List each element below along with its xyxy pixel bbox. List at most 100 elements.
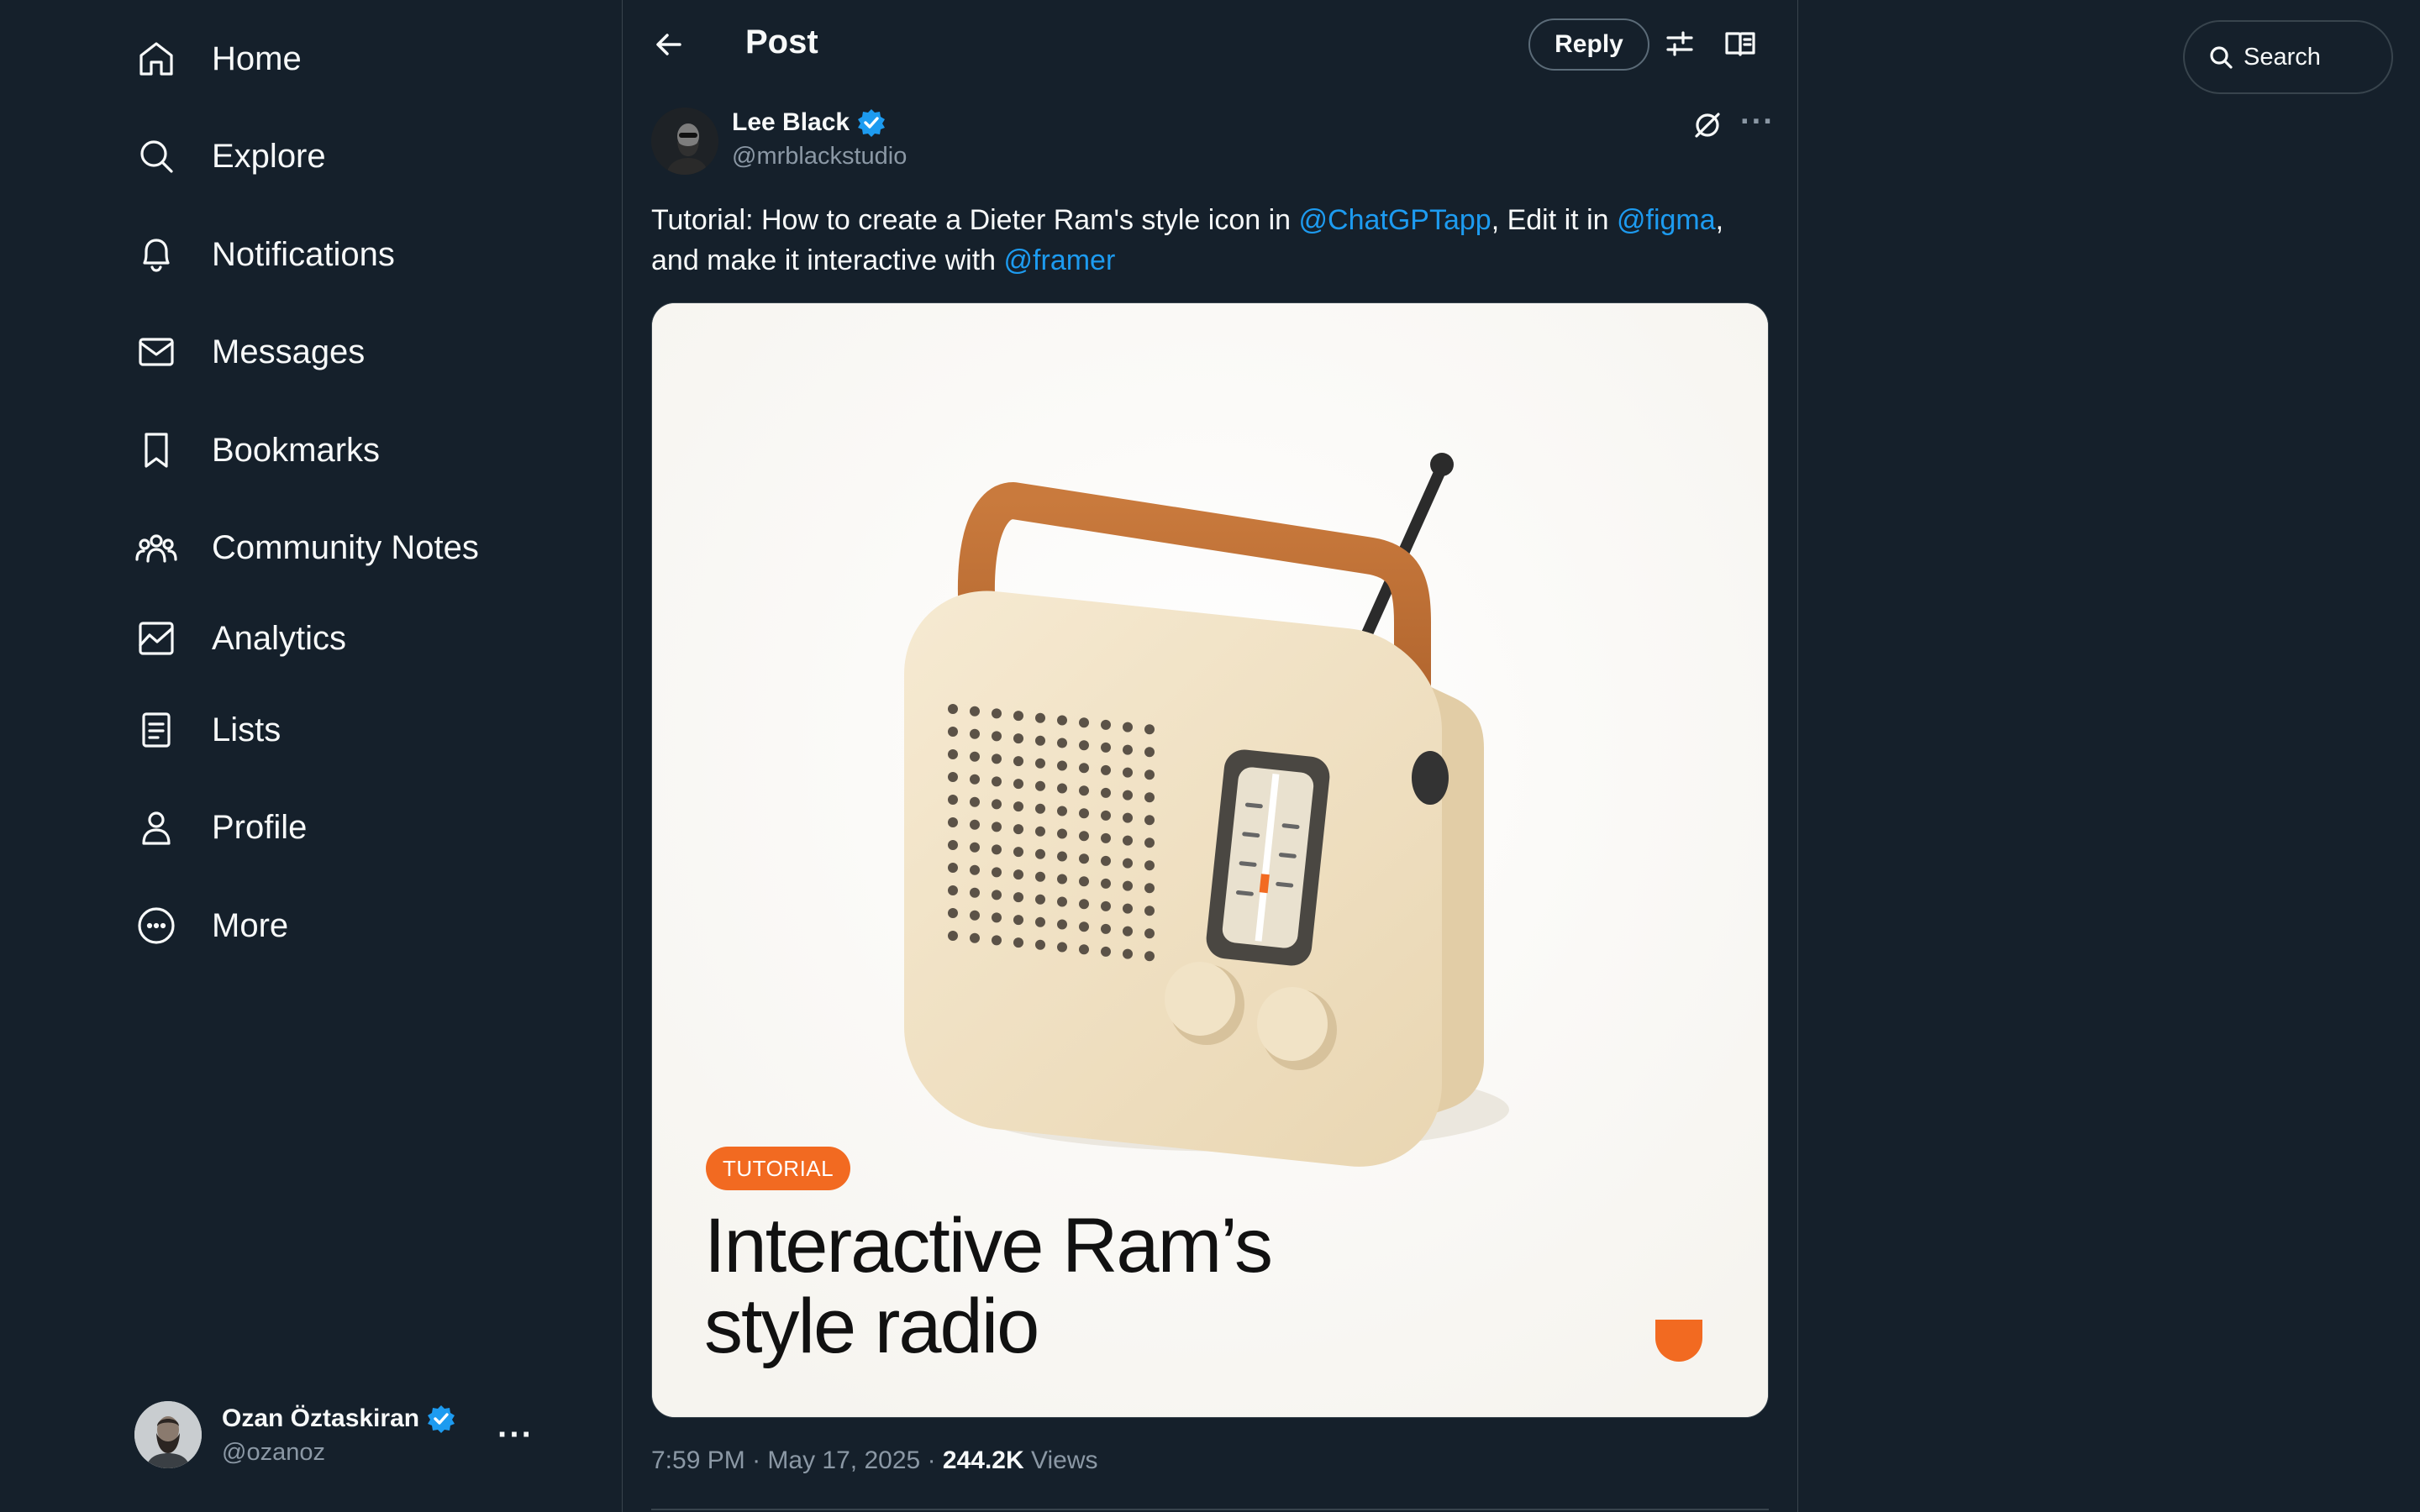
- sidebar-item-label: Messages: [212, 333, 366, 370]
- grille-dot: [1079, 763, 1089, 774]
- author-name-row: Lee Black: [732, 108, 886, 138]
- sidebar-item-home[interactable]: Home: [134, 25, 302, 92]
- grille-dot: [1013, 892, 1023, 903]
- sidebar-item-notifications[interactable]: Notifications: [134, 221, 395, 288]
- reader-mode-icon[interactable]: [1722, 25, 1759, 62]
- grille-dot: [992, 890, 1002, 900]
- grille-dot: [1057, 874, 1067, 885]
- grille-dot: [970, 774, 980, 785]
- sidebar-item-label: Community Notes: [212, 528, 479, 566]
- grille-dot: [992, 822, 1002, 832]
- grille-dot: [1123, 767, 1133, 778]
- people-icon: [134, 526, 178, 570]
- more-circle-icon: [134, 904, 178, 948]
- grille-dot: [948, 817, 958, 827]
- bookmark-icon: [134, 428, 178, 472]
- grille-dot: [1101, 900, 1111, 911]
- mention-link[interactable]: @ChatGPTapp: [1299, 204, 1491, 236]
- grille-dot: [1057, 942, 1067, 953]
- divider: [651, 1509, 1769, 1510]
- sidebar-item-label: Home: [212, 39, 302, 77]
- sidebar-item-label: More: [212, 906, 289, 944]
- page: Home Explore Notifications Messages Book…: [0, 0, 2420, 1512]
- grille-dot: [992, 799, 1002, 810]
- grille-dot: [1144, 928, 1155, 939]
- sidebar-item-bookmarks[interactable]: Bookmarks: [134, 417, 380, 484]
- grille-dot: [1013, 847, 1023, 858]
- sidebar-item-explore[interactable]: Explore: [134, 123, 326, 190]
- grille-dot: [992, 912, 1002, 923]
- grille-dot: [1144, 837, 1155, 848]
- sidebar-item-more[interactable]: More: [134, 892, 288, 959]
- author-avatar[interactable]: [651, 108, 718, 175]
- grille-dot: [1144, 792, 1155, 803]
- mention-link[interactable]: @framer: [1004, 244, 1116, 276]
- grille-dot: [1035, 826, 1045, 837]
- sidebar-item-label: Analytics: [212, 619, 347, 657]
- grille-dot: [948, 840, 958, 850]
- grille-dot: [1144, 815, 1155, 826]
- grille-dot: [1079, 740, 1089, 751]
- grille-dot: [1013, 779, 1023, 790]
- author-handle[interactable]: @mrblackstudio: [732, 143, 907, 171]
- post-image[interactable]: TUTORIAL Interactive Ram’s style radio: [651, 302, 1769, 1418]
- more-icon[interactable]: ···: [1740, 104, 1775, 140]
- grille-dot: [970, 819, 980, 830]
- envelope-icon: [134, 330, 178, 374]
- account-handle: @ozanoz: [222, 1438, 325, 1466]
- chart-icon: [134, 617, 178, 660]
- home-icon: [134, 37, 178, 81]
- sidebar-item-lists[interactable]: Lists: [134, 696, 281, 764]
- grille-dot: [1101, 878, 1111, 889]
- reply-button[interactable]: Reply: [1528, 18, 1649, 71]
- grille-dot: [1079, 717, 1089, 728]
- author-name[interactable]: Lee Black: [732, 108, 850, 137]
- avatar: [134, 1401, 202, 1468]
- grille-dot: [970, 932, 980, 943]
- grille-dot: [1035, 780, 1045, 791]
- tutorial-badge: TUTORIAL: [706, 1147, 851, 1190]
- grille-dot: [970, 751, 980, 762]
- sidebar-item-analytics[interactable]: Analytics: [134, 605, 346, 672]
- back-button[interactable]: [648, 24, 690, 66]
- grille-dot: [1057, 851, 1067, 862]
- verified-badge-icon: [856, 108, 886, 138]
- grille-dot: [1057, 760, 1067, 771]
- more-icon[interactable]: ···: [497, 1416, 534, 1454]
- account-switcher[interactable]: Ozan Öztaskiran @ozanoz ···: [134, 1399, 538, 1470]
- views-count: 244.2K: [942, 1446, 1024, 1474]
- sidebar-item-label: Lists: [212, 711, 281, 748]
- grille-dot: [1123, 926, 1133, 937]
- grille-dot: [1035, 735, 1045, 746]
- grille-dot: [1079, 944, 1089, 955]
- sidebar-item-messages[interactable]: Messages: [134, 318, 365, 386]
- mention-link[interactable]: @figma: [1617, 204, 1716, 236]
- grille-dot: [992, 708, 1002, 719]
- filter-sliders-icon[interactable]: [1661, 25, 1698, 62]
- post-time[interactable]: 7:59 PM: [651, 1446, 745, 1474]
- grille-dot: [1123, 744, 1133, 755]
- grille-dot: [1013, 756, 1023, 767]
- grille-dot: [970, 887, 980, 898]
- sidebar-item-profile[interactable]: Profile: [134, 794, 307, 861]
- grille-dot: [948, 704, 958, 714]
- grille-dot: [1035, 848, 1045, 859]
- grille-dot: [1123, 722, 1133, 732]
- sidebar-item-community-notes[interactable]: Community Notes: [134, 514, 479, 581]
- grille-dot: [1057, 828, 1067, 839]
- post-text-segment: , Edit it in: [1491, 204, 1617, 236]
- grille-dot: [1123, 835, 1133, 846]
- post-date[interactable]: May 17, 2025: [767, 1446, 920, 1474]
- grille-dot: [1101, 787, 1111, 798]
- grille-dot: [1144, 906, 1155, 916]
- grille-dot: [1144, 724, 1155, 735]
- grille-dot: [948, 863, 958, 873]
- grille-dot: [1035, 803, 1045, 814]
- grille-dot: [1013, 915, 1023, 926]
- search-input[interactable]: Search: [2183, 20, 2393, 94]
- grille-dot: [992, 844, 1002, 855]
- grok-icon[interactable]: [1691, 109, 1725, 143]
- grille-dot: [1035, 894, 1045, 905]
- arrow-left-icon: [656, 34, 681, 55]
- page-title: Post: [745, 24, 818, 60]
